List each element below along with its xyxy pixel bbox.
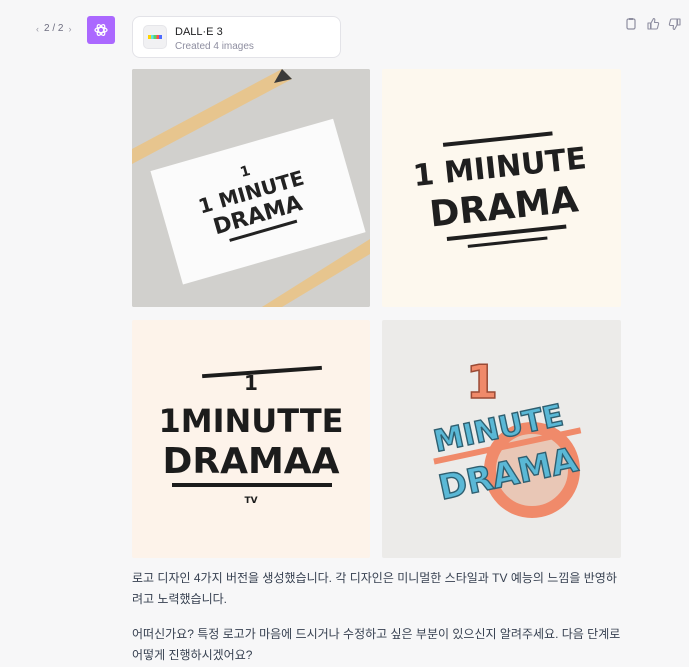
generated-image-3[interactable]: 1 1MINUTTE DRAMAA TV: [132, 320, 370, 558]
logo-image-3: 1 1MINUTTE DRAMAA TV: [132, 320, 370, 558]
tool-status: Created 4 images: [175, 41, 254, 52]
response-pager: ‹ 2 / 2 ›: [36, 23, 71, 34]
logo-image-1: 1 1 MINUTE DRAMA: [132, 69, 370, 307]
response-paragraph-1: 로고 디자인 4가지 버전을 생성했습니다. 각 디자인은 미니멀한 스타일과 …: [132, 571, 617, 606]
generated-image-2[interactable]: 1 MIINUTE DRAMA: [382, 69, 621, 307]
logo-3-line-1: 1: [244, 371, 258, 395]
logo-3-line-3: DRAMAA: [162, 441, 339, 482]
copy-icon[interactable]: [624, 17, 638, 31]
logo-3-line-2: 1MINUTTE: [158, 402, 343, 440]
logo-image-4: 1 MINUTE DRAMA: [382, 320, 621, 558]
chevron-left-icon[interactable]: ‹: [36, 24, 39, 34]
dalle-icon: [143, 25, 167, 49]
response-paragraph-2: 어떠신가요? 특정 로고가 마음에 드시거나 수정하고 싶은 부분이 있으신지 …: [132, 627, 621, 662]
generated-image-4[interactable]: 1 MINUTE DRAMA: [382, 320, 621, 558]
chevron-right-icon[interactable]: ›: [68, 24, 71, 34]
tool-name: DALL·E 3: [175, 26, 223, 38]
logo-3-line-4: TV: [244, 496, 257, 506]
generated-image-1[interactable]: 1 1 MINUTE DRAMA: [132, 69, 370, 307]
thumbs-down-icon[interactable]: [668, 17, 682, 31]
logo-4-line-1: 1: [466, 355, 498, 409]
pager-label: 2 / 2: [44, 23, 64, 34]
assistant-avatar: [87, 16, 115, 44]
thumbs-up-icon[interactable]: [646, 17, 660, 31]
message-actions: [624, 17, 682, 31]
dalle-tool-card[interactable]: DALL·E 3 Created 4 images: [132, 16, 341, 58]
openai-logo-icon: [94, 24, 108, 36]
logo-image-2: 1 MIINUTE DRAMA: [382, 69, 621, 307]
